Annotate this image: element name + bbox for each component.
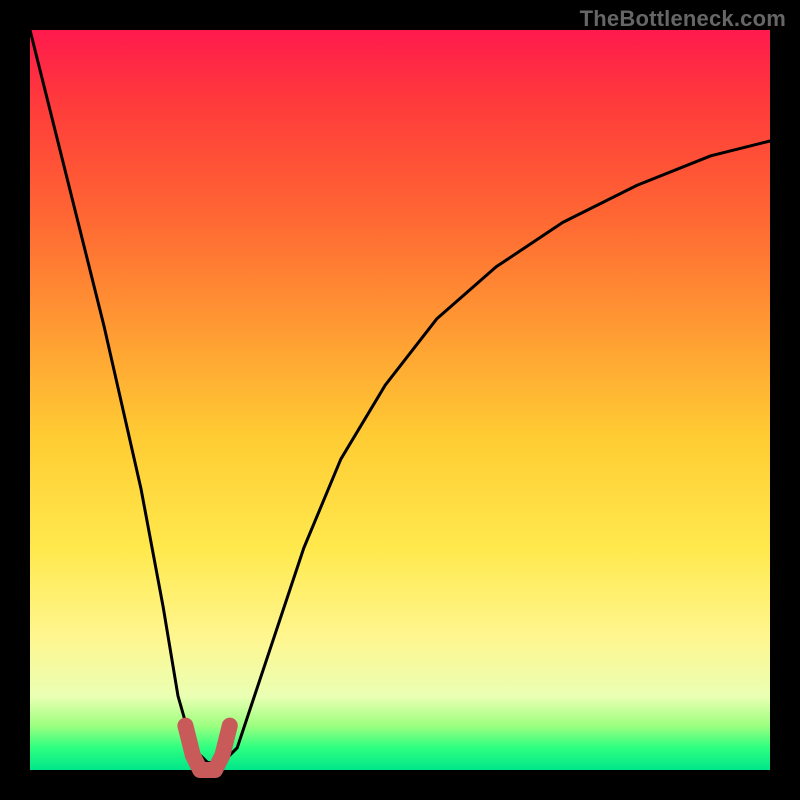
watermark-text: TheBottleneck.com (580, 6, 786, 32)
chart-svg (30, 30, 770, 770)
bottleneck-curve (30, 30, 770, 763)
chart-frame: TheBottleneck.com (0, 0, 800, 800)
highlight-bucket (185, 726, 229, 770)
plot-area (30, 30, 770, 770)
